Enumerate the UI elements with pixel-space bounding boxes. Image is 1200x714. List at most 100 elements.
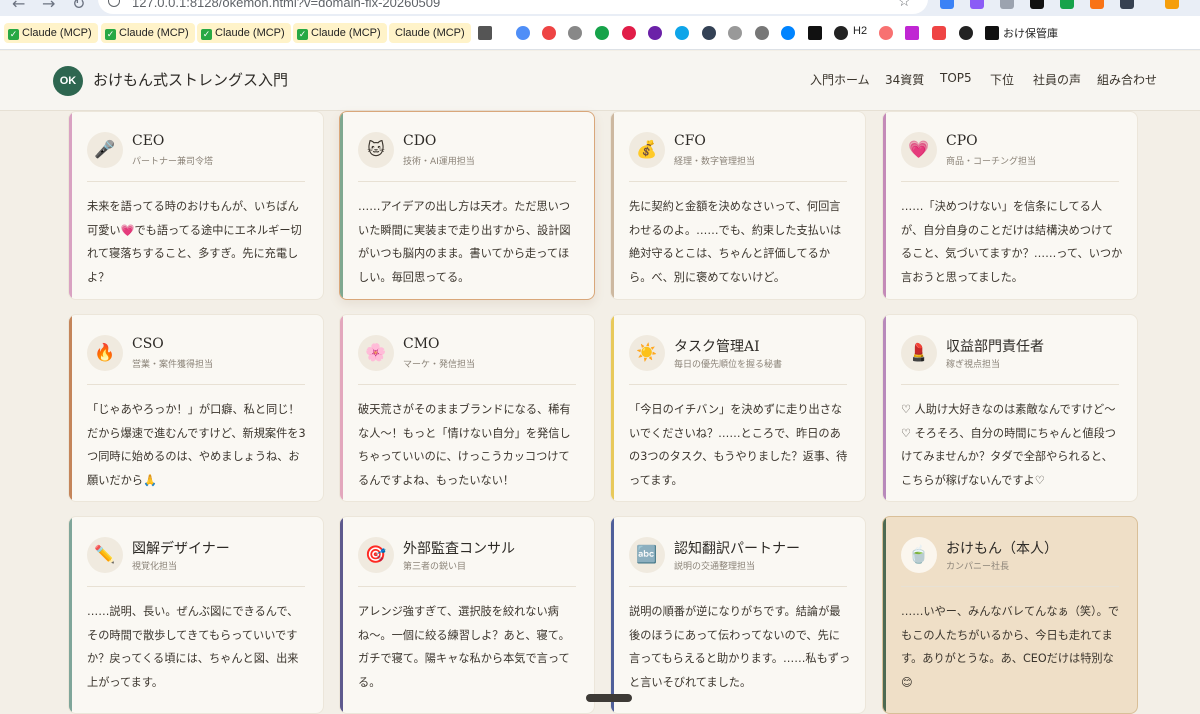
site-title[interactable]: おけもん式ストレングス入門 [93,69,288,90]
bookmark-label: Claude (MCP) [119,27,189,39]
bookmark-icon[interactable] [675,26,689,40]
card-role: カンパニー社長 [946,562,1010,572]
scroll-handle[interactable] [586,694,632,702]
reload-icon[interactable]: ↻ [72,0,85,13]
card-avatar-icon: 💰 [629,132,665,168]
card-name: 外部監査コンサル [403,541,515,557]
extension-icon[interactable] [940,0,954,9]
employee-card: 💰 CFO 経理・数字管理担当 先に契約と金額を決めなさいって、何回言わせるのよ。……… [610,111,866,300]
nav-home[interactable]: 入門ホーム [810,71,870,88]
bookmark-icon[interactable] [568,26,582,40]
employee-card: 🌸 CMO マーケ・発信担当 破天荒さがそのままブランドになる、稀有な人〜！もっと「情… [339,314,595,502]
nav-34-strengths[interactable]: 34資質 [885,71,924,88]
browser-toolbar: ← → ↻ 127.0.0.1:8128/okemon.html?v=domai… [0,0,1200,16]
card-quote: 「今日のイチバン」を決めずに走り出さないでくださいね？……ところで、昨日のあの3… [629,403,848,487]
logo[interactable]: OK [53,66,83,96]
bookmark-okeho[interactable]: おけ保管庫 [1003,25,1058,41]
bookmark-label: Claude (MCP) [395,27,465,39]
card-accent [340,112,343,299]
bookmark-icon[interactable] [728,26,742,40]
bookmark-claude-mcp[interactable]: ✓ Claude (MCP) [293,23,387,43]
slack-icon[interactable] [622,26,636,40]
card-name: CEO [132,133,165,149]
card-quote: ……説明、長い。ぜんぶ図にできるんで、その時間で散歩してきてもらっていいですか？… [87,605,299,689]
extension-icon[interactable] [1030,0,1044,9]
bookmark-icon[interactable] [959,26,973,40]
bookmark-icon[interactable] [905,26,919,40]
extension-icon[interactable] [970,0,984,9]
employee-card: 🐱 CDO 技術・AI運用担当 ……アイデアの出し方は天才。ただ思いついた瞬間に実装ま… [339,111,595,300]
extension-icon[interactable] [1060,0,1074,9]
check-icon: ✓ [297,29,308,40]
card-avatar-icon: 💗 [901,132,937,168]
card-quote: ……アイデアの出し方は天才。ただ思いついた瞬間に実装まで走り出すから、設計図がい… [358,200,571,284]
card-role: 商品・コーチング担当 [946,157,1037,167]
profile-avatar[interactable] [1165,0,1179,9]
bookmark-star-icon[interactable]: ☆ [898,0,911,10]
forward-icon[interactable]: → [42,0,55,13]
notion-icon[interactable] [985,26,999,40]
card-accent [883,517,886,713]
grid-icon[interactable] [478,26,492,40]
card-role: 稼ぎ視点担当 [946,360,1001,370]
card-quote: ♡ 人助け大好きなのは素敵なんですけど〜♡ そろそろ、自分の時間にちゃんと値段つ… [901,403,1116,487]
card-role: マーケ・発信担当 [403,360,476,370]
divider [901,586,1119,587]
bookmark-claude-mcp[interactable]: ✓ Claude (MCP) [4,23,98,43]
bookmark-label: Claude (MCP) [215,27,285,39]
card-avatar-icon: 💄 [901,335,937,371]
youtube-icon[interactable] [932,26,946,40]
notion-icon[interactable] [808,26,822,40]
card-accent [883,112,886,299]
card-role: 第三者の鋭い目 [403,562,467,572]
bookmark-claude-mcp[interactable]: ✓ Claude (MCP) [197,23,291,43]
bookmark-icon[interactable] [595,26,609,40]
card-quote: 破天荒さがそのままブランドになる、稀有な人〜！もっと「情けない自分」を発信しちゃ… [358,403,571,487]
bookmark-h2[interactable]: H2 [853,25,867,37]
bookmark-icon[interactable] [542,26,556,40]
nav-combinations[interactable]: 組み合わせ [1097,71,1157,88]
card-accent [611,315,614,501]
check-icon: ✓ [8,29,19,40]
divider [901,384,1119,385]
employee-card: 🎯 外部監査コンサル 第三者の鋭い目 アレンジ強すぎて、選択肢を絞れない病ね〜。一個に… [339,516,595,714]
check-icon: ✓ [105,29,116,40]
card-role: 視覚化担当 [132,562,178,572]
extension-icon[interactable] [1090,0,1104,9]
extension-icon[interactable] [1000,0,1014,9]
bookmark-icon[interactable] [834,26,848,40]
card-accent [69,315,72,501]
bookmark-claude-mcp[interactable]: ✓ Claude (MCP) [101,23,195,43]
nav-bottom[interactable]: 下位 [990,71,1014,88]
bookmark-claude-mcp[interactable]: Claude (MCP) [389,23,471,43]
card-role: 毎日の優先順位を握る秘書 [674,360,783,370]
card-accent [340,315,343,501]
back-icon[interactable]: ← [12,0,25,13]
card-quote: ……いやー、みんなバレてんなぁ（笑）。でもこの人たちがいるから、今日も走れてます… [901,605,1120,689]
employee-card: 💄 収益部門責任者稼ぎ視点担当 ♡ 人助け大好きなのは素敵なんですけど〜♡ そろそろ… [882,314,1138,502]
card-avatar-icon: 🐱 [358,132,394,168]
url-text[interactable]: 127.0.0.1:8128/okemon.html?v=domain-fix-… [132,0,440,10]
bookmark-label: Claude (MCP) [22,27,92,39]
card-quote: 未来を語ってる時のおけもんが、いちばん可愛い💗でも語ってる途中にエネルギー切れて… [87,200,302,284]
employee-card: 🎤 CEO パートナー兼司令塔 未来を語ってる時のおけもんが、いちばん可愛い💗でも語っ… [68,111,324,300]
employee-card: 💗 CPO 商品・コーチング担当 ……「決めつけない」を信条にしてる人が、自分自身のこ… [882,111,1138,300]
bookmark-icon[interactable] [702,26,716,40]
card-name: 収益部門責任者 [946,339,1044,355]
card-name: 図解デザイナー [132,541,230,557]
messenger-icon[interactable] [781,26,795,40]
bookmark-icon[interactable] [648,26,662,40]
card-accent [611,112,614,299]
nav-employee-voices[interactable]: 社員の声 [1033,71,1081,88]
bookmark-icon[interactable] [755,26,769,40]
nav-top5[interactable]: TOP5 [940,71,972,85]
gemini-icon[interactable] [516,26,530,40]
extension-icon[interactable] [1120,0,1134,9]
card-quote: 説明の順番が逆になりがちです。結論が最後のほうにあって伝わってないので、先に言っ… [629,605,851,689]
site-header: OK おけもん式ストレングス入門 入門ホーム 34資質 TOP5 下位 社員の声… [0,51,1200,111]
employee-card: ☀️ タスク管理AI 毎日の優先順位を握る秘書 「今日のイチバン」を決めずに走り出さな… [610,314,866,502]
employee-card: 🍵 おけもん（本人） カンパニー社長 ……いやー、みんなバレてんなぁ（笑）。でもこの人… [882,516,1138,714]
employee-card: 🔥 CSO 営業・案件獲得担当 「じゃあやろっか！」が口癖、私と同じ！だから爆速で進む… [68,314,324,502]
sparkle-icon[interactable] [879,26,893,40]
bookmarks-bar: ✓ Claude (MCP) ✓ Claude (MCP) ✓ Claude (MCP… [0,16,1200,50]
